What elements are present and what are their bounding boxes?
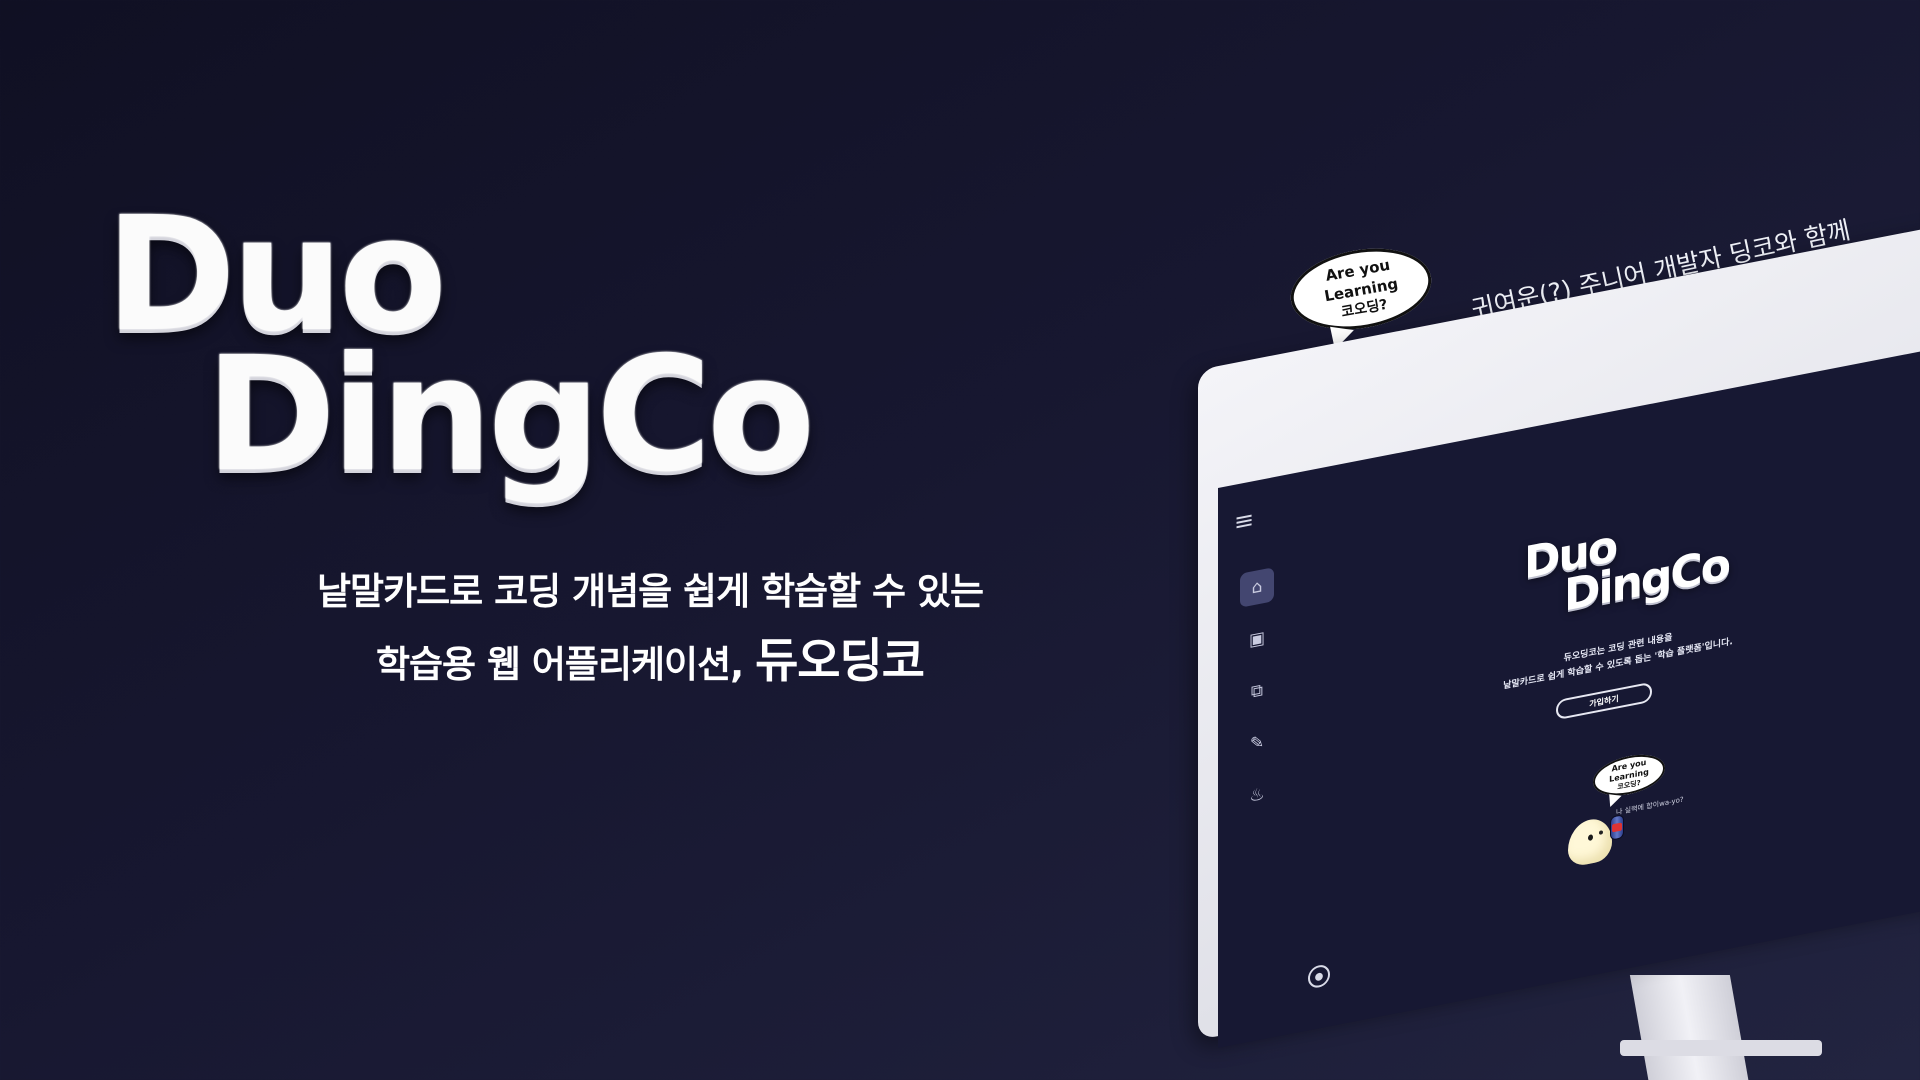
ghost-eye <box>1599 830 1603 835</box>
ghost-eye <box>1588 834 1593 842</box>
sidebar-item-word-card[interactable]: ▣ <box>1240 619 1274 660</box>
mockup-can-icon <box>1610 814 1624 841</box>
tagline-line2-prefix: 학습용 웹 어플리케이션, <box>375 643 756 686</box>
sidebar-item-quiz[interactable]: ⧉ <box>1240 671 1274 712</box>
monitor-stand <box>1629 975 1751 1080</box>
monitor-stand-base <box>1620 1040 1822 1056</box>
mockup-ghost-mascot <box>1568 815 1612 868</box>
word-card-icon: ▣ <box>1248 627 1266 651</box>
mockup-speech-bubble: Are you Learning 코오딩? <box>1593 749 1665 802</box>
tagline-brand-name: 듀오딩코 <box>755 634 925 689</box>
hero-tagline: 낱말카드로 코딩 개념을 쉽게 학습할 수 있는 학습용 웹 어플리케이션, 듀… <box>250 562 1050 705</box>
tagline-line2: 학습용 웹 어플리케이션, 듀오딩코 <box>250 622 1050 705</box>
quiz-icon: ⧉ <box>1250 680 1264 703</box>
hamburger-menu-icon[interactable]: ≡ <box>1234 505 1254 537</box>
home-icon: ⌂ <box>1251 576 1263 599</box>
write-problem-icon: ✎ <box>1249 732 1265 755</box>
user-profile-icon[interactable]: ● <box>1308 963 1330 990</box>
signup-button[interactable]: 가입하기 <box>1556 681 1652 721</box>
mockup-logo: Duo DingCo <box>1524 505 1729 625</box>
sidebar-item-fire[interactable]: ♨ <box>1240 775 1274 816</box>
hero-logo: Duo DingCo <box>105 196 815 507</box>
mockup-sidebar: ⌂ ▣ ⧉ ✎ ♨ <box>1240 567 1274 816</box>
hero-logo-line2: DingCo <box>205 323 815 507</box>
sidebar-item-home[interactable]: ⌂ <box>1240 567 1274 608</box>
speech-bubble: Are you Learning 코오딩? <box>1284 238 1438 340</box>
mockup-description: 듀오딩코는 코딩 관련 내용을 낱말카드로 쉽게 학습할 수 있도록 돕는 '학… <box>1488 615 1748 698</box>
mockup-caption: 나 실력에 합이wa-yo? <box>1616 795 1684 817</box>
fire-icon: ♨ <box>1249 783 1265 807</box>
sidebar-item-write-problem[interactable]: ✎ <box>1240 723 1274 764</box>
tagline-line1: 낱말카드로 코딩 개념을 쉽게 학습할 수 있는 <box>316 570 984 613</box>
